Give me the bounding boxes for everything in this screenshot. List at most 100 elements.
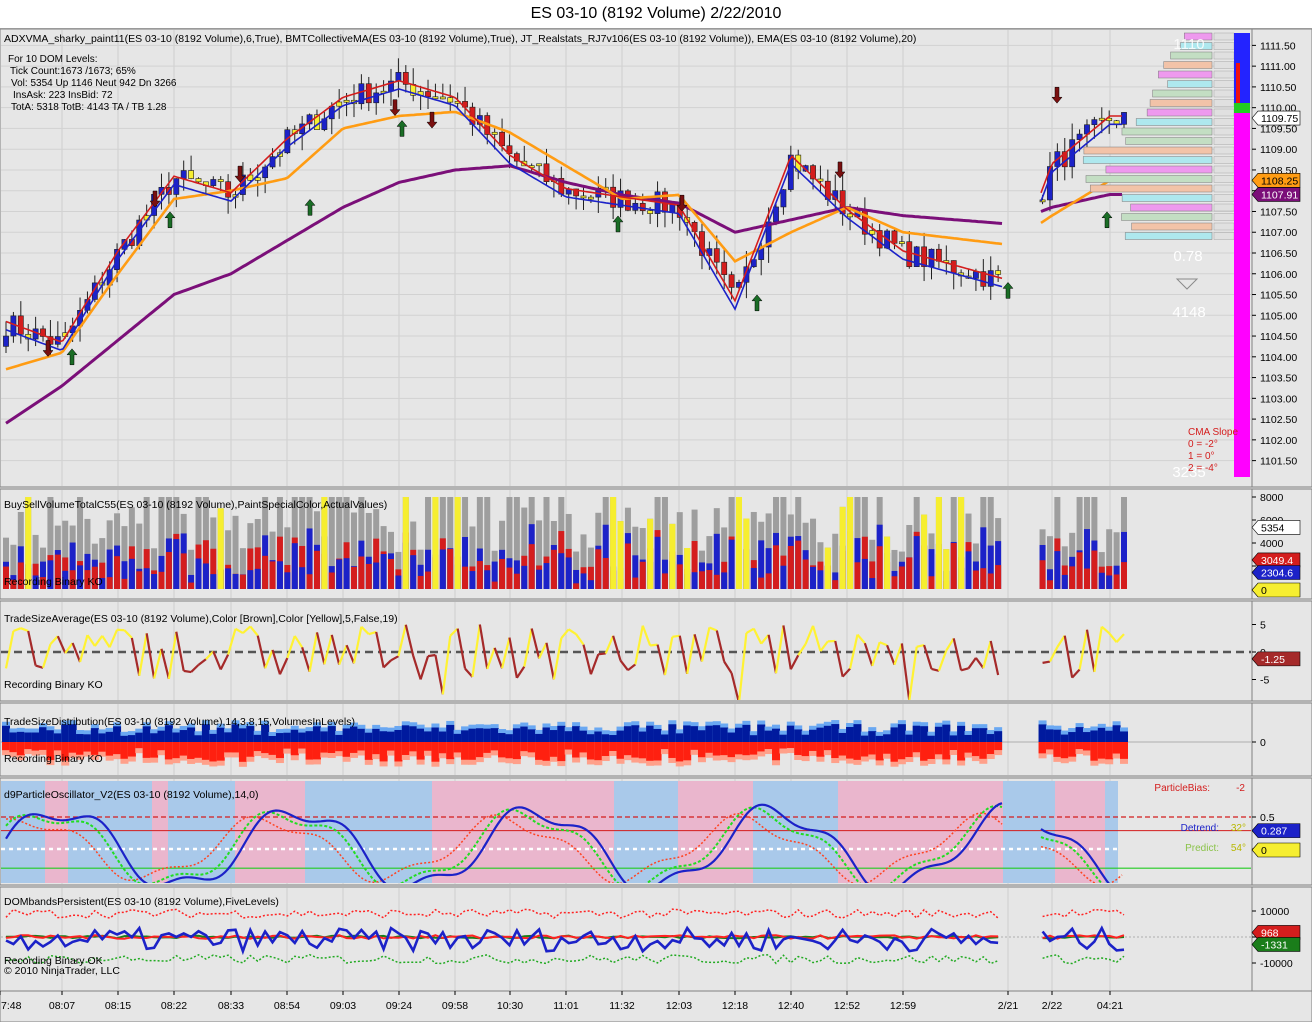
time-axis-label: 12:03 — [666, 1000, 692, 1012]
dom-ladder-cell — [1213, 194, 1235, 202]
distribution-up-inner — [757, 724, 766, 742]
volume-secondary-bar — [232, 573, 239, 589]
distribution-up-inner — [1090, 730, 1099, 742]
dom-ladder-bar — [1083, 146, 1213, 155]
volume-secondary-bar — [151, 574, 158, 589]
volume-secondary-bar — [995, 565, 1002, 589]
distribution-up-inner — [16, 731, 25, 742]
volume-axis-label: 8000 — [1260, 492, 1284, 504]
volume-secondary-bar — [595, 549, 602, 589]
candle-body — [173, 178, 180, 195]
price-axis-label: 1103.00 — [1260, 393, 1297, 405]
distribution-up-inner — [609, 735, 618, 742]
volume-secondary-bar — [1098, 572, 1105, 589]
volume-secondary-bar — [247, 570, 254, 589]
dom-ladder-cell — [1213, 61, 1235, 69]
distribution-up-inner — [1120, 731, 1128, 742]
volume-secondary-bar — [787, 545, 794, 589]
distribution-up-inner — [809, 729, 818, 742]
distribution-down-inner — [216, 742, 225, 761]
distribution-down-inner — [416, 742, 425, 760]
candle-body — [936, 248, 942, 262]
distribution-up-inner — [349, 726, 358, 742]
particle-zero-tag: 0 — [1261, 845, 1267, 857]
particle-panel-header: d9ParticleOscillator_V2(ES 03-10 (8192 V… — [4, 789, 258, 801]
distribution-down-inner — [512, 742, 521, 760]
distribution-up-inner — [1045, 729, 1054, 742]
distribution-down-inner — [24, 742, 33, 750]
distribution-up-inner — [631, 725, 640, 742]
dom-ladder-bar — [1124, 232, 1213, 240]
volume-secondary-bar — [447, 548, 454, 589]
distribution-up-inner — [816, 727, 825, 742]
dom-ladder-cell — [1213, 80, 1235, 88]
distribution-down-inner — [142, 742, 151, 758]
price-axis-label: 1102.00 — [1260, 435, 1297, 447]
volume-secondary-bar — [365, 563, 372, 589]
distribution-up-inner — [971, 728, 980, 742]
distribution-down-inner — [838, 742, 847, 756]
distribution-up-inner — [942, 724, 951, 742]
distribution-down-inner — [105, 742, 114, 756]
distribution-down-inner — [113, 742, 122, 755]
distribution-up-inner — [431, 727, 440, 742]
distribution-down-inner — [438, 742, 447, 754]
volume-secondary-bar — [484, 570, 491, 589]
volume-secondary-bar — [380, 553, 387, 589]
distribution-down-inner — [705, 742, 714, 753]
distribution-down-inner — [127, 742, 136, 757]
volume-secondary-bar — [536, 569, 543, 589]
time-axis-label: 08:15 — [105, 1000, 131, 1012]
distribution-down-inner — [179, 742, 188, 756]
distribution-down-inner — [905, 742, 914, 758]
tradesize-tag: -1.25 — [1261, 654, 1285, 666]
volume-secondary-bar — [965, 551, 972, 589]
distribution-down-inner — [357, 742, 366, 751]
volume-secondary-bar — [913, 536, 920, 589]
volume-special-bar — [958, 497, 965, 589]
volume-secondary-bar — [1076, 552, 1083, 589]
dom-ladder-cell — [1213, 165, 1235, 174]
distribution-down-inner — [253, 742, 262, 752]
distribution-down-inner — [794, 742, 803, 755]
window-title: ES 03-10 (8192 Volume) 2/22/2010 — [0, 0, 1312, 29]
distribution-up-inner — [646, 725, 655, 742]
volume-secondary-bar — [587, 580, 594, 589]
volume-secondary-bar — [417, 575, 424, 589]
grid-lines — [1, 44, 1251, 462]
time-axis-label: 12:18 — [722, 1000, 748, 1012]
candle-body — [17, 315, 24, 335]
particle-detrend-tag: 0.287 — [1261, 826, 1287, 838]
distribution-down-inner — [979, 742, 988, 759]
distribution-down-inner — [594, 742, 603, 761]
distribution-up-inner — [394, 729, 403, 742]
distribution-up-inner — [653, 728, 662, 742]
dom-ladder-bar — [1131, 222, 1213, 231]
panel-frame-0 — [0, 29, 1253, 488]
volume-special-bar — [432, 497, 439, 589]
candle-body — [580, 195, 587, 199]
distribution-up-inner — [927, 735, 936, 742]
candle-body — [780, 189, 787, 208]
candle-body — [721, 261, 728, 275]
distribution-down-inner — [623, 742, 632, 756]
distribution-down-inner — [609, 742, 618, 751]
distribution-up-inner — [209, 733, 218, 742]
time-axis-label: 12:59 — [890, 1000, 916, 1012]
distribution-up-inner — [475, 728, 484, 742]
dom-ladder-cell — [1213, 42, 1235, 50]
time-axis-label: 08:54 — [274, 1000, 300, 1012]
candle-body — [217, 179, 224, 182]
volume-secondary-bar — [795, 540, 802, 589]
distribution-down-inner — [342, 742, 351, 757]
copyright-text: © 2010 NinjaTrader, LLC — [4, 965, 120, 977]
dom-ladder-cell — [1213, 156, 1235, 164]
predict-label: Predict: — [1185, 843, 1219, 854]
chart-canvas[interactable]: 1111.501111.001110.501110.001109.501109.… — [0, 29, 1312, 1022]
distribution-down-inner — [246, 742, 255, 757]
volume-special-bar — [684, 548, 691, 589]
distribution-down-inner — [875, 742, 884, 761]
volume-secondary-bar — [980, 568, 987, 589]
distribution-up-inner — [290, 729, 299, 742]
volume-secondary-bar — [491, 581, 498, 589]
